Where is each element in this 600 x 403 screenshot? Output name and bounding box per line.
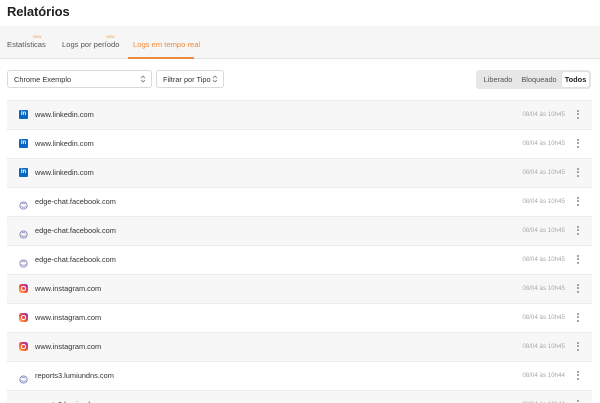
log-row[interactable]: www.instagram.com 08/04 às 10h45 [7, 303, 592, 332]
log-timestamp: 08/04 às 10h45 [522, 140, 565, 147]
segment-bloqueado[interactable]: Bloqueado [518, 72, 560, 87]
tabs-bar: Estatísticas new Logs por período new Lo… [0, 26, 600, 59]
log-domain: www.linkedin.com [35, 168, 94, 177]
log-timestamp: 08/04 às 10h45 [522, 256, 565, 263]
segment-todos[interactable]: Todos [562, 72, 589, 87]
log-timestamp: 08/04 às 10h45 [522, 285, 565, 292]
globe-icon [19, 255, 28, 268]
globe-icon [19, 197, 28, 210]
log-timestamp: 08/04 às 10h45 [522, 314, 565, 321]
log-domain: www.linkedin.com [35, 139, 94, 148]
tab-estatisticas[interactable]: Estatísticas [7, 40, 46, 49]
more-options-icon[interactable] [575, 311, 581, 325]
page-title: Relatórios [7, 4, 70, 19]
log-row[interactable]: reports3.lumiundns.com08/04 às 10h44 [7, 390, 592, 403]
new-badge: new [33, 34, 42, 39]
log-domain: edge-chat.facebook.com [35, 197, 116, 206]
log-timestamp: 08/04 às 10h45 [522, 227, 565, 234]
active-tab-indicator [128, 57, 194, 59]
log-domain: www.instagram.com [35, 342, 102, 351]
more-options-icon[interactable] [575, 195, 581, 209]
segment-liberado[interactable]: Liberado [479, 72, 517, 87]
log-domain: edge-chat.facebook.com [35, 226, 116, 235]
log-row[interactable]: edge-chat.facebook.com 08/04 às 10h45 [7, 216, 592, 245]
instagram-icon [19, 342, 28, 351]
type-filter-select[interactable]: Filtrar por Tipo [156, 70, 224, 88]
tab-logs-por-periodo[interactable]: Logs por período [62, 40, 119, 49]
new-badge: new [106, 34, 115, 39]
instagram-icon [19, 313, 28, 322]
log-timestamp: 08/04 às 10h45 [522, 111, 565, 118]
linkedin-icon: in [19, 110, 28, 119]
device-select[interactable]: Chrome Exemplo [7, 70, 152, 88]
instagram-icon [19, 284, 28, 293]
linkedin-icon: in [19, 139, 28, 148]
more-options-icon[interactable] [575, 369, 581, 383]
log-row[interactable]: edge-chat.facebook.com 08/04 às 10h45 [7, 245, 592, 274]
log-row[interactable]: in www.linkedin.com 08/04 às 10h45 [7, 100, 592, 129]
more-options-icon[interactable] [575, 282, 581, 296]
log-row[interactable]: www.instagram.com 08/04 às 10h45 [7, 274, 592, 303]
type-filter-value: Filtrar por Tipo [163, 75, 211, 84]
log-row[interactable]: edge-chat.facebook.com 08/04 às 10h45 [7, 187, 592, 216]
log-list: in www.linkedin.com 08/04 às 10h45 in www.li… [7, 100, 592, 403]
more-options-icon[interactable] [575, 340, 581, 354]
log-row[interactable]: www.instagram.com 08/04 às 10h45 [7, 332, 592, 361]
linkedin-icon: in [19, 168, 28, 177]
more-options-icon[interactable] [575, 108, 581, 122]
device-select-value: Chrome Exemplo [14, 75, 72, 84]
more-options-icon[interactable] [575, 253, 581, 267]
more-options-icon[interactable] [575, 398, 581, 403]
globe-icon [19, 226, 28, 239]
log-timestamp: 08/04 às 10h45 [522, 169, 565, 176]
log-domain: www.instagram.com [35, 284, 102, 293]
chevron-up-down-icon [140, 75, 146, 83]
more-options-icon[interactable] [575, 137, 581, 151]
log-domain: reports3.lumiundns.com [35, 371, 114, 380]
log-row[interactable]: reports3.lumiundns.com 08/04 às 10h44 [7, 361, 592, 390]
tab-logs-em-tempo-real[interactable]: Logs em tempo real [133, 40, 200, 49]
log-timestamp: 08/04 às 10h45 [522, 198, 565, 205]
log-row[interactable]: in www.linkedin.com 08/04 às 10h45 [7, 129, 592, 158]
more-options-icon[interactable] [575, 166, 581, 180]
log-timestamp: 08/04 às 10h44 [522, 372, 565, 379]
log-domain: www.instagram.com [35, 313, 102, 322]
log-row[interactable]: in www.linkedin.com 08/04 às 10h45 [7, 158, 592, 187]
globe-icon [19, 371, 28, 384]
more-options-icon[interactable] [575, 224, 581, 238]
chevron-up-down-icon [212, 75, 218, 83]
status-segmented-control: Liberado Bloqueado Todos [476, 70, 591, 89]
log-timestamp: 08/04 às 10h45 [522, 343, 565, 350]
log-domain: edge-chat.facebook.com [35, 255, 116, 264]
log-domain: www.linkedin.com [35, 110, 94, 119]
